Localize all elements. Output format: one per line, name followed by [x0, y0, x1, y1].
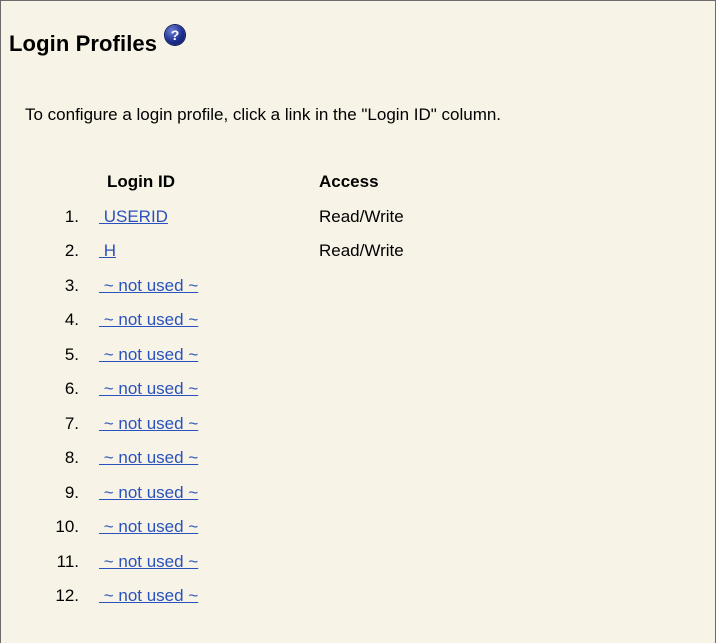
question-icon[interactable]: ? — [165, 25, 186, 45]
login-profiles-panel: Login Profiles ? To configure a login pr… — [0, 0, 716, 643]
table-row: 6. ~ not used ~ — [1, 379, 701, 413]
login-id-link[interactable]: ~ not used ~ — [99, 414, 199, 434]
table-row: 1. USERID Read/Write — [1, 207, 701, 241]
column-header-login-id: Login ID — [107, 172, 175, 191]
table-row: 7. ~ not used ~ — [1, 414, 701, 448]
row-number: 5. — [64, 345, 79, 364]
row-number: 12. — [55, 586, 79, 605]
row-number: 4. — [64, 310, 79, 329]
login-id-link[interactable]: H — [99, 241, 116, 261]
instruction-text: To configure a login profile, click a li… — [25, 105, 502, 124]
row-number: 6. — [64, 379, 79, 398]
table-row: 10. ~ not used ~ — [1, 517, 701, 551]
login-id-link[interactable]: ~ not used ~ — [99, 345, 199, 365]
row-number: 9. — [64, 483, 79, 502]
column-header-access: Access — [319, 172, 379, 191]
login-id-link[interactable]: ~ not used ~ — [99, 483, 199, 503]
login-id-link[interactable]: USERID — [99, 207, 168, 227]
title-row: Login Profiles ? — [9, 25, 186, 57]
login-id-link[interactable]: ~ not used ~ — [99, 276, 199, 296]
row-number: 2. — [64, 241, 79, 260]
table-row: 2. H Read/Write — [1, 241, 701, 275]
row-number: 8. — [64, 448, 79, 467]
row-number: 3. — [64, 276, 79, 295]
login-id-link[interactable]: ~ not used ~ — [99, 310, 199, 330]
login-id-link[interactable]: ~ not used ~ — [99, 552, 199, 572]
page-title: Login Profiles — [9, 31, 158, 56]
row-number: 1. — [64, 207, 79, 226]
access-value: Read/Write — [319, 207, 404, 226]
login-id-link[interactable]: ~ not used ~ — [99, 448, 199, 468]
login-id-link[interactable]: ~ not used ~ — [99, 379, 199, 399]
row-number: 10. — [55, 517, 79, 536]
table-row: 4. ~ not used ~ — [1, 310, 701, 344]
access-value: Read/Write — [319, 241, 404, 260]
table-row: 11. ~ not used ~ — [1, 552, 701, 586]
table-row: 12. ~ not used ~ — [1, 586, 701, 620]
login-id-link[interactable]: ~ not used ~ — [99, 586, 199, 606]
row-number: 11. — [56, 552, 79, 571]
table-row: 9. ~ not used ~ — [1, 483, 701, 517]
table-row: 5. ~ not used ~ — [1, 345, 701, 379]
login-id-link[interactable]: ~ not used ~ — [99, 517, 199, 537]
table-row: 8. ~ not used ~ — [1, 448, 701, 482]
row-number: 7. — [64, 414, 79, 433]
table-row: 3. ~ not used ~ — [1, 276, 701, 310]
